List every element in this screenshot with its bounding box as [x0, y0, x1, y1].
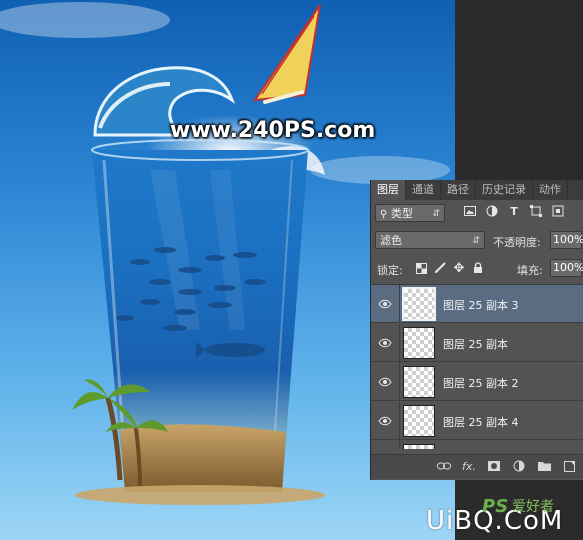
eye-icon[interactable] — [377, 375, 393, 389]
layer-row[interactable]: 图层 25 副本 2 — [371, 363, 583, 401]
filter-type-label: 类型 — [390, 207, 413, 220]
link-layers-icon[interactable] — [437, 459, 451, 473]
divider — [399, 324, 400, 362]
opacity-field[interactable]: 100% — [550, 231, 583, 249]
smart-object-filter-icon[interactable] — [551, 204, 565, 218]
tab-actions[interactable]: 动作 — [533, 180, 568, 200]
filter-row: ⚲ 类型 ⇵ T — [371, 200, 583, 226]
select-arrows-icon: ⇵ — [432, 209, 440, 219]
site-logo: UiBQ.CoM PS 爱好者 — [420, 496, 583, 540]
tab-paths[interactable]: 路径 — [441, 180, 476, 200]
logo-ps-text: PS — [482, 496, 509, 517]
divider — [399, 441, 400, 449]
opacity-label: 不透明度: — [493, 236, 541, 249]
sand-base — [75, 485, 325, 505]
search-icon: ⚲ — [380, 209, 388, 220]
tab-history[interactable]: 历史记录 — [476, 180, 533, 200]
layer-row[interactable]: 图层 25 副本 4 — [371, 402, 583, 440]
add-mask-icon[interactable] — [487, 459, 501, 473]
layer-thumbnail — [403, 444, 435, 449]
shape-filter-icon[interactable] — [529, 204, 543, 218]
layers-panel: 图层 通道 路径 历史记录 动作 ⚲ 类型 ⇵ T 滤色 ⇵ 不透明度: 100… — [370, 180, 583, 480]
blend-row: 滤色 ⇵ 不透明度: 100% — [371, 228, 583, 254]
new-layer-icon[interactable] — [562, 459, 576, 473]
lock-move-icon[interactable]: ✥ — [453, 261, 465, 276]
layer-thumbnail — [403, 405, 435, 437]
blend-mode-select[interactable]: 滤色 ⇵ — [375, 231, 485, 249]
layer-row[interactable]: 图层 25 副本 — [371, 324, 583, 362]
layer-list: 图层 25 副本 3 图层 25 副本 图层 25 副本 2 图层 25 副本 … — [371, 284, 583, 449]
divider — [399, 402, 400, 440]
eye-icon[interactable] — [377, 336, 393, 350]
lock-all-icon[interactable] — [472, 261, 484, 275]
image-filter-icon[interactable] — [463, 204, 477, 218]
layer-name: 图层 25 副本 — [443, 338, 508, 351]
lock-label: 锁定: — [377, 264, 403, 277]
layer-thumbnail — [403, 327, 435, 359]
sand-layer — [120, 424, 286, 492]
layer-thumbnail — [402, 287, 436, 321]
watermark-text: www.240PS.com — [170, 118, 376, 143]
blend-mode-value: 滤色 — [380, 234, 402, 247]
logo-chinese-text: 爱好者 — [512, 499, 554, 515]
eye-icon[interactable] — [377, 297, 393, 311]
select-arrows-icon: ⇵ — [472, 236, 480, 246]
new-group-icon[interactable] — [537, 459, 551, 473]
lock-row: 锁定: ✥ 填充: 100% — [371, 256, 583, 282]
tab-layers[interactable]: 图层 — [371, 180, 406, 200]
fx-icon[interactable]: fx. — [462, 459, 476, 473]
panel-bottom-bar: fx. — [371, 454, 583, 479]
windsurf-sail — [252, 4, 321, 102]
eye-icon[interactable] — [377, 414, 393, 428]
divider — [399, 285, 400, 323]
layer-name: 图层 25 副本 3 — [443, 299, 519, 312]
adjustment-filter-icon[interactable] — [485, 204, 499, 218]
adjustment-layer-icon[interactable] — [512, 459, 526, 473]
tab-channels[interactable]: 通道 — [406, 180, 441, 200]
lock-transparent-icon[interactable] — [415, 261, 427, 275]
text-filter-icon[interactable]: T — [507, 204, 521, 218]
panel-tabs: 图层 通道 路径 历史记录 动作 — [371, 180, 583, 200]
layer-name: 图层 25 副本 4 — [443, 416, 519, 429]
layer-row-partial[interactable] — [371, 441, 583, 449]
fill-label: 填充: — [517, 264, 543, 277]
layer-filter-select[interactable]: ⚲ 类型 ⇵ — [375, 204, 445, 222]
fill-field[interactable]: 100% — [550, 259, 583, 277]
layer-row[interactable]: 图层 25 副本 3 — [371, 285, 583, 323]
lock-paint-icon[interactable] — [434, 261, 446, 275]
divider — [399, 363, 400, 401]
layer-thumbnail — [403, 366, 435, 398]
cloud — [0, 2, 170, 38]
layer-name: 图层 25 副本 2 — [443, 377, 519, 390]
